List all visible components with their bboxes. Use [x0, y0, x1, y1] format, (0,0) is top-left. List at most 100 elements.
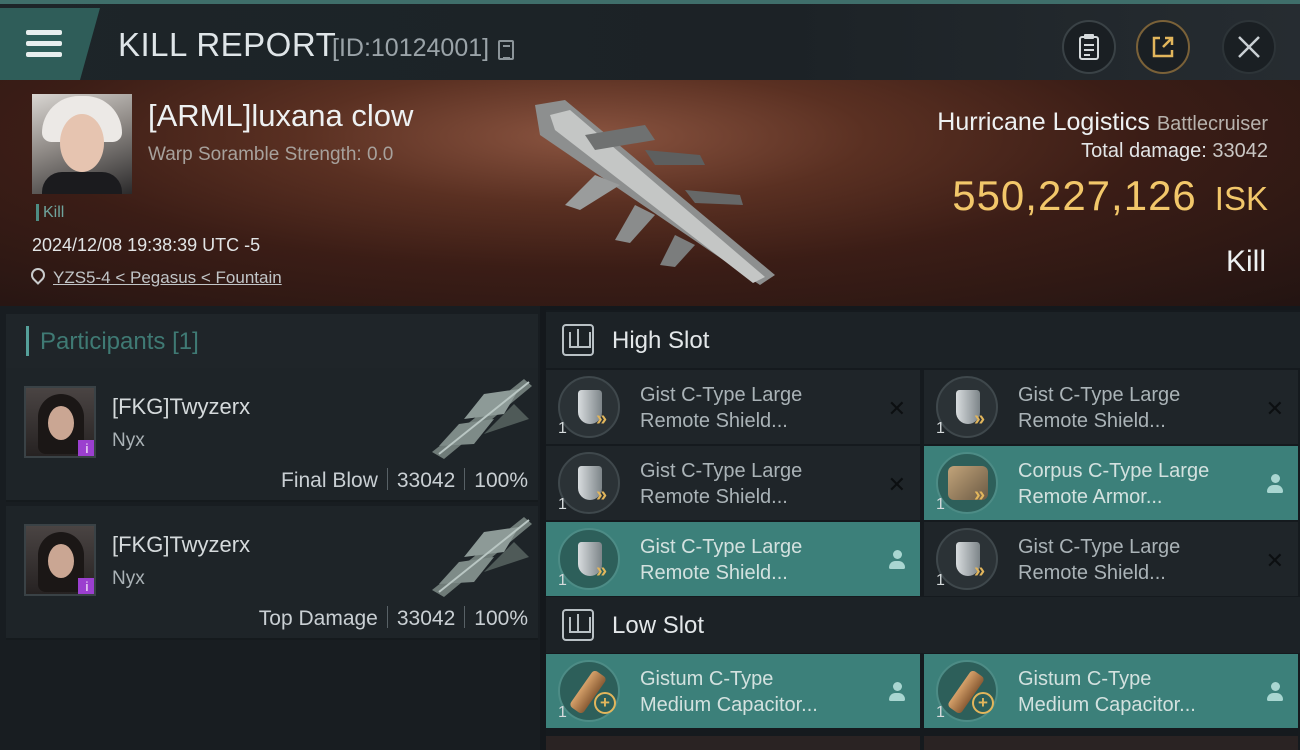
module-name-line1: Gist C-Type Large	[1018, 536, 1181, 558]
isk-value: 550,227,126 ISK	[952, 172, 1268, 220]
dropped-person-icon	[1266, 474, 1284, 494]
module-name-line1: Gist C-Type Large	[1018, 384, 1181, 406]
fitting-panel: High Slot » 1 Gist C-Type Large Remote Sh…	[546, 310, 1300, 750]
participant-row[interactable]: i [FKG]Twyzerx Nyx Final Blow 33042 100%	[6, 368, 538, 502]
destroyed-icon: ✕	[1265, 548, 1284, 573]
participant-percent: 100%	[474, 469, 528, 492]
kill-result: Kill	[1225, 245, 1266, 278]
module-name: Gist C-Type Large Remote Shield...	[640, 534, 870, 586]
module-name: Gist C-Type Large Remote Shield...	[1018, 382, 1248, 434]
victim-portrait[interactable]	[32, 94, 132, 194]
victim-name[interactable]: [ARML]luxana clow	[148, 98, 413, 134]
chevron-icon: »	[974, 408, 986, 430]
chevron-icon: »	[974, 484, 986, 506]
module-item[interactable]: » 1 Gist C-Type Large Remote Shield... ✕	[546, 370, 920, 444]
participants-header: Participants [1]	[6, 314, 538, 368]
module-name-line2: Medium Capacitor...	[640, 694, 818, 716]
capacitor-module-icon: +	[558, 660, 620, 722]
kill-banner: [ARML]luxana clow Warp Soramble Strength…	[0, 80, 1300, 306]
module-name-line1: Gistum C-Type	[1018, 668, 1152, 690]
module-name: Gistum C-Type Medium Capacitor...	[1018, 666, 1248, 718]
avatar-face	[48, 406, 74, 440]
module-item-partial[interactable]	[924, 736, 1298, 750]
clipboard-button[interactable]	[1062, 20, 1116, 74]
participant-role: Top Damage	[258, 607, 378, 630]
top-bar: KILL REPORT [ID:10124001]	[0, 0, 1300, 80]
module-item[interactable]: » 1 Gist C-Type Large Remote Shield... ✕	[546, 446, 920, 520]
module-quantity: 1	[558, 496, 567, 513]
participant-name[interactable]: [FKG]Twyzerx	[112, 532, 250, 558]
high-slot-label: High Slot	[612, 327, 710, 354]
destroyed-icon: ✕	[1265, 396, 1284, 421]
shield-module-icon: »	[558, 452, 620, 514]
module-item[interactable]: » 1 Gist C-Type Large Remote Shield... ✕	[924, 522, 1298, 596]
low-slot-label: Low Slot	[612, 612, 705, 639]
participants-title: Participants [1]	[40, 328, 199, 356]
participant-avatar[interactable]: i	[24, 386, 96, 458]
portrait-body	[42, 172, 122, 194]
clipboard-icon	[1079, 34, 1099, 60]
shield-module-icon: »	[936, 376, 998, 438]
total-damage-label: Total damage:	[1081, 140, 1207, 162]
participants-count: [1]	[172, 328, 199, 355]
report-id: [ID:10124001]	[332, 34, 490, 62]
chevron-icon: »	[974, 560, 986, 582]
stats-divider	[386, 606, 388, 628]
module-item-partial[interactable]	[546, 736, 920, 750]
participant-percent: 100%	[474, 607, 528, 630]
participant-damage: 33042	[396, 469, 456, 492]
isk-unit: ISK	[1214, 180, 1268, 217]
location-link[interactable]: YZS5-4 < Pegasus < Fountain	[53, 268, 282, 288]
kill-tag: Kill	[36, 204, 64, 221]
ship-type-name: Hurricane Logistics	[937, 108, 1150, 136]
module-item[interactable]: » 1 Corpus C-Type Large Remote Armor...	[924, 446, 1298, 520]
participant-avatar[interactable]: i	[24, 524, 96, 596]
participant-name[interactable]: [FKG]Twyzerx	[112, 394, 250, 420]
module-name-line2: Remote Shield...	[1018, 410, 1166, 432]
warp-scramble-strength: Warp Soramble Strength: 0.0	[148, 144, 394, 165]
module-item[interactable]: + 1 Gistum C-Type Medium Capacitor...	[546, 654, 920, 728]
module-name-line2: Remote Shield...	[640, 410, 788, 432]
module-name-line1: Gist C-Type Large	[640, 460, 803, 482]
ship-name: Hurricane Logistics Battlecruiser	[937, 108, 1268, 137]
close-button[interactable]	[1222, 20, 1276, 74]
stats-divider	[386, 468, 388, 490]
plus-icon: +	[594, 692, 616, 714]
header-accent	[26, 326, 29, 356]
module-name: Gist C-Type Large Remote Shield...	[1018, 534, 1248, 586]
ship-class: Battlecruiser	[1156, 113, 1268, 135]
module-quantity: 1	[936, 572, 945, 589]
menu-button[interactable]	[0, 8, 100, 80]
share-button[interactable]	[1136, 20, 1190, 74]
module-name-line1: Gist C-Type Large	[640, 536, 803, 558]
module-name-line1: Corpus C-Type Large	[1018, 460, 1210, 482]
stats-divider	[464, 606, 466, 628]
dropped-person-icon	[888, 682, 906, 702]
module-name: Gist C-Type Large Remote Shield...	[640, 382, 870, 434]
module-name-line2: Remote Shield...	[640, 562, 788, 584]
total-damage-value: 33042	[1212, 140, 1268, 162]
info-badge-icon: i	[78, 440, 94, 456]
copy-icon[interactable]	[498, 40, 514, 60]
plus-icon: +	[972, 692, 994, 714]
module-quantity: 1	[558, 420, 567, 437]
armor-module-icon: »	[936, 452, 998, 514]
module-item[interactable]: » 1 Gist C-Type Large Remote Shield...	[546, 522, 920, 596]
module-name: Corpus C-Type Large Remote Armor...	[1018, 458, 1248, 510]
participant-ship-image	[432, 517, 532, 597]
module-item[interactable]: » 1 Gist C-Type Large Remote Shield... ✕	[924, 370, 1298, 444]
module-name: Gistum C-Type Medium Capacitor...	[640, 666, 870, 718]
info-badge-icon: i	[78, 578, 94, 594]
menu-icon-bar	[26, 52, 62, 57]
close-icon	[1238, 36, 1260, 58]
module-item[interactable]: + 1 Gistum C-Type Medium Capacitor...	[924, 654, 1298, 728]
high-slot-header: High Slot	[546, 312, 1300, 368]
chevron-icon: »	[596, 484, 608, 506]
kill-datetime: 2024/12/08 19:38:39 UTC -5	[32, 235, 261, 255]
participant-role: Final Blow	[281, 469, 378, 492]
destroyed-icon: ✕	[887, 396, 906, 421]
module-quantity: 1	[936, 704, 945, 721]
avatar-face	[48, 544, 74, 578]
participant-row[interactable]: i [FKG]Twyzerx Nyx Top Damage 33042 100%	[6, 506, 538, 640]
module-name-line1: Gist C-Type Large	[640, 384, 803, 406]
